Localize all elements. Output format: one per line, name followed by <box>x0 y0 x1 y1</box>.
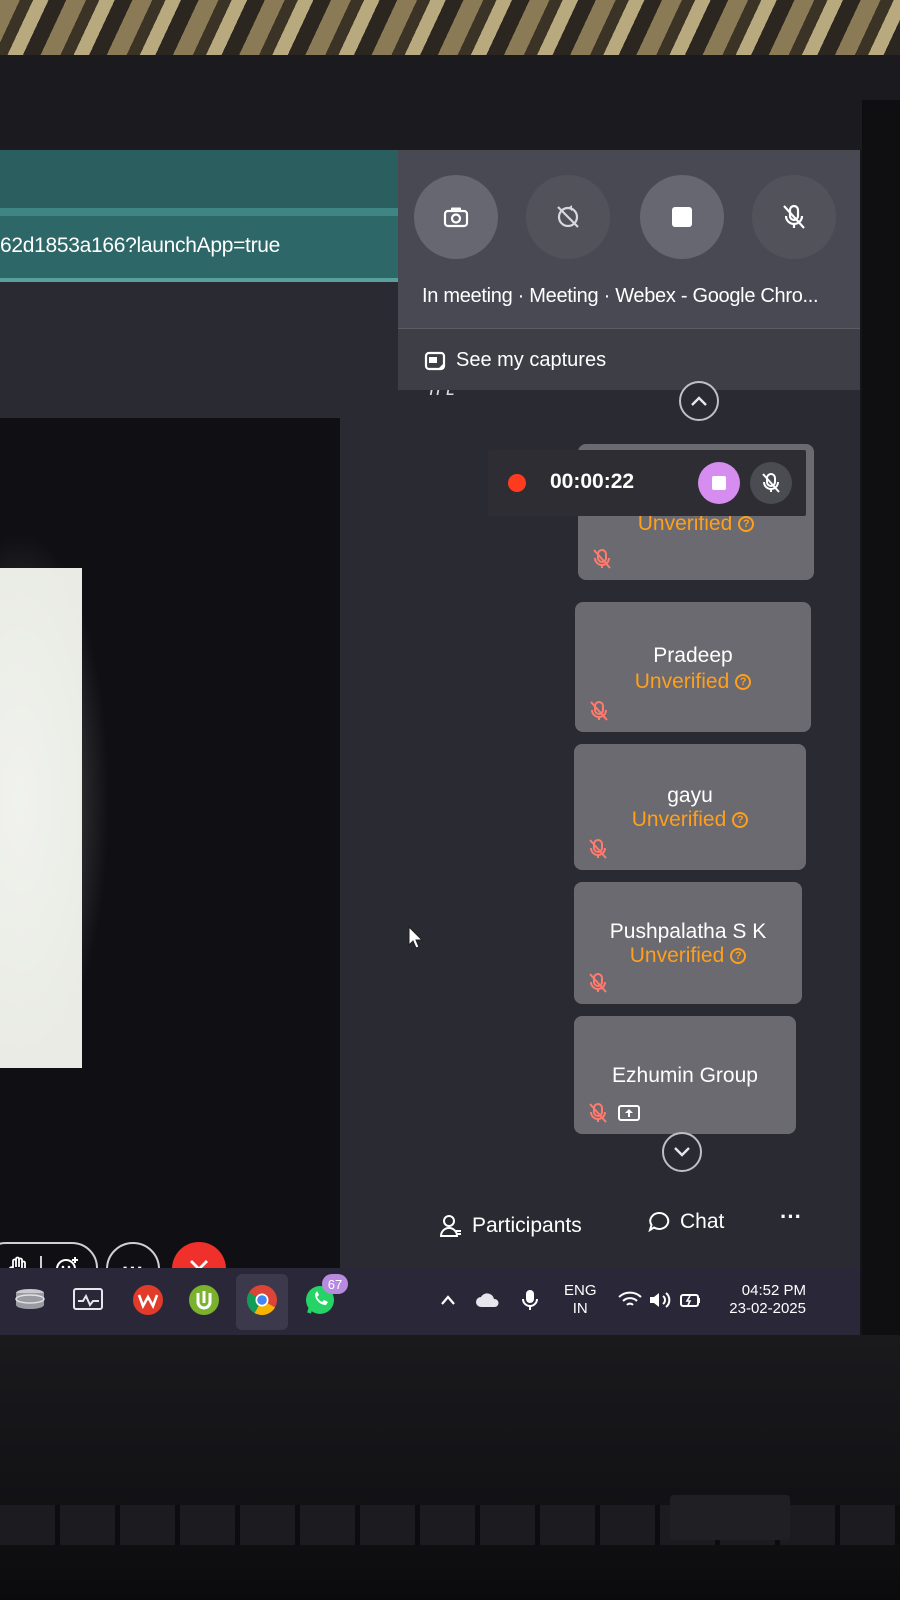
mouse-cursor-icon <box>408 926 424 950</box>
muted-mic-icon <box>588 972 608 994</box>
url-text: 62d1853a166?launchApp=true <box>0 234 281 257</box>
screen-capture-popup: In meeting · Meeting · Webex - Google Ch… <box>398 150 860 390</box>
scroll-up-button[interactable] <box>679 381 719 421</box>
language-code: ENG <box>564 1282 597 1299</box>
chat-bubble-icon <box>648 1211 670 1233</box>
chevron-down-icon <box>673 1146 691 1158</box>
show-hidden-icons-chevron-icon[interactable] <box>430 1282 466 1318</box>
battery-icon[interactable] <box>672 1282 708 1318</box>
participant-tile[interactable]: gayu Unverified ? <box>574 744 806 870</box>
screen: 62d1853a166?launchApp=true ʼn ʟ <box>0 150 860 1335</box>
participants-button[interactable]: Participants <box>440 1214 582 1238</box>
help-icon: ? <box>735 674 752 690</box>
chrome-icon[interactable] <box>244 1282 280 1318</box>
see-my-captures-link[interactable]: See my captures <box>424 349 606 372</box>
help-icon: ? <box>730 948 747 964</box>
participant-status-text: Unverified <box>631 808 727 831</box>
rotate-capture-button[interactable] <box>526 175 610 259</box>
laptop-bezel-right <box>862 100 900 1400</box>
popup-footer: See my captures <box>398 328 860 390</box>
captured-window-title: In meeting · Meeting · Webex - Google Ch… <box>422 285 819 307</box>
participant-tile[interactable]: Pradeep Unverified ? <box>575 602 811 732</box>
scroll-down-button[interactable] <box>662 1132 702 1172</box>
person-icon <box>440 1214 462 1238</box>
participant-status: Unverified ? <box>574 808 806 832</box>
muted-mic-icon <box>589 700 609 722</box>
recording-stop-button[interactable] <box>698 462 740 504</box>
tile-status-icons <box>588 1102 640 1124</box>
muted-mic-icon <box>592 548 612 570</box>
performance-monitor-icon[interactable] <box>70 1282 106 1318</box>
participant-name: Pradeep <box>653 644 733 667</box>
recording-timer: 00:00:22 <box>550 470 635 493</box>
help-icon: ? <box>738 516 755 532</box>
stop-recording-button[interactable] <box>640 175 724 259</box>
onedrive-cloud-icon[interactable] <box>470 1282 506 1318</box>
mic-off-icon <box>781 203 807 231</box>
recording-control-bar: 00:00:22 <box>488 450 806 516</box>
background-fabric <box>0 0 900 60</box>
microphone-tray-icon[interactable] <box>512 1282 548 1318</box>
region-code: IN <box>572 1300 588 1317</box>
chat-button[interactable]: Chat <box>648 1210 724 1234</box>
participant-tile[interactable]: Pushpalatha S K Unverified ? <box>574 882 802 1004</box>
recording-indicator-dot <box>508 474 526 492</box>
database-app-icon[interactable] <box>12 1282 48 1318</box>
camera-capture-button[interactable] <box>414 175 498 259</box>
recording-mic-toggle-button[interactable] <box>750 462 792 504</box>
participant-name: gayu <box>667 784 713 807</box>
windows-taskbar: 67 ENG IN 04:52 PM 23-02-2025 <box>0 1268 860 1335</box>
participant-status-text: Unverified <box>634 670 730 693</box>
participant-status: Unverified ? <box>575 670 811 694</box>
muted-mic-icon <box>588 838 608 860</box>
see-my-captures-label: See my captures <box>456 349 607 371</box>
mic-off-icon <box>761 472 781 494</box>
clock-time: 04:52 PM <box>741 1282 806 1299</box>
whatsapp-unread-badge: 67 <box>322 1274 348 1294</box>
chevron-up-icon <box>690 395 708 407</box>
participant-status: Unverified ? <box>574 944 802 968</box>
laptop-bezel-bottom <box>0 1335 900 1600</box>
system-clock[interactable]: 04:52 PM 23-02-2025 <box>706 1282 806 1318</box>
wps-office-icon[interactable] <box>130 1282 166 1318</box>
participant-tile[interactable]: Ezhumin Group <box>574 1016 796 1134</box>
gallery-icon <box>424 350 446 372</box>
participant-name: Pushpalatha S K <box>609 920 767 943</box>
screen-share-icon <box>618 1105 640 1121</box>
rotate-off-icon <box>554 203 582 231</box>
muted-mic-icon <box>588 1102 608 1124</box>
laptop-bezel-top <box>0 55 900 150</box>
camera-icon <box>443 206 469 228</box>
screen-glare <box>0 530 110 1070</box>
participant-status-text: Unverified <box>629 944 725 967</box>
participants-label: Participants <box>472 1214 582 1237</box>
address-bar-edge <box>0 278 400 282</box>
clock-date: 23-02-2025 <box>729 1300 806 1317</box>
stop-icon <box>671 206 693 228</box>
help-icon: ? <box>732 812 749 828</box>
chat-label: Chat <box>680 1210 725 1233</box>
laptop-hinge <box>670 1495 790 1540</box>
participant-name: Ezhumin Group <box>612 1064 758 1087</box>
utorrent-icon[interactable] <box>186 1282 222 1318</box>
stop-icon <box>711 475 727 491</box>
browser-divider <box>0 208 400 216</box>
input-language-indicator[interactable]: ENG IN <box>564 1282 597 1318</box>
panel-overflow-button[interactable]: ··· <box>780 1204 802 1230</box>
popup-mic-toggle-button[interactable] <box>752 175 836 259</box>
photo-of-laptop-screen: 62d1853a166?launchApp=true ʼn ʟ <box>0 0 900 1600</box>
browser-tab-strip <box>0 150 400 210</box>
